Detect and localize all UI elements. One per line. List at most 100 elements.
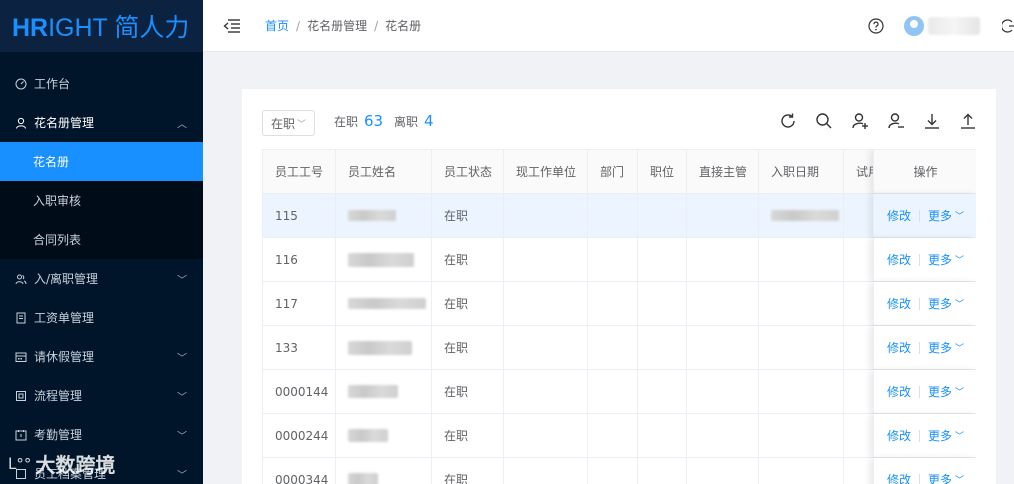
divider xyxy=(918,341,920,354)
avatar[interactable] xyxy=(904,16,924,36)
breadcrumb-roster-management[interactable]: 花名册管理 xyxy=(307,17,367,34)
sidebar-item-roster[interactable]: 花名册 xyxy=(0,142,203,181)
employee-hire-date xyxy=(759,370,844,413)
refresh-icon[interactable] xyxy=(778,111,798,131)
more-dropdown[interactable]: 更多 ﹀ xyxy=(928,207,964,224)
breadcrumb: 首页 / 花名册管理 / 花名册 xyxy=(265,17,421,34)
sidebar-item-onboarding-review[interactable]: 入职审核 xyxy=(0,181,203,220)
sidebar-item-roster-management[interactable]: 花名册管理 ︿ xyxy=(0,103,203,142)
logo-text: HRIGHT 简人力 xyxy=(12,14,190,42)
sidebar-menu: 工作台 花名册管理 ︿ 花名册 入职审核 合同列表 入/离职管理 ﹀ 工资单管理… xyxy=(0,52,203,484)
more-dropdown[interactable]: 更多 ﹀ xyxy=(928,295,964,312)
employee-id: 116 xyxy=(263,238,336,281)
left-count: 离职 4 xyxy=(394,112,434,130)
edit-link[interactable]: 修改 xyxy=(887,427,911,444)
table-row[interactable]: 0000244 在职 修改 更多 ﹀ xyxy=(263,414,976,458)
sidebar: HRIGHT 简人力 工作台 花名册管理 ︿ 花名册 入职审核 合同列表 入/离… xyxy=(0,0,203,484)
help-icon[interactable] xyxy=(868,18,884,34)
divider xyxy=(918,209,920,222)
sidebar-item-workbench[interactable]: 工作台 xyxy=(0,64,203,103)
edit-link[interactable]: 修改 xyxy=(887,339,911,356)
watermark-text: 大数跨境 xyxy=(35,453,116,477)
employee-status: 在职 xyxy=(432,370,504,413)
more-dropdown[interactable]: 更多 ﹀ xyxy=(928,339,964,356)
table-row[interactable]: 0000144 在职 修改 更多 ﹀ xyxy=(263,370,976,414)
more-dropdown[interactable]: 更多 ﹀ xyxy=(928,427,964,444)
table-row[interactable]: 133 在职 修改 更多 ﹀ xyxy=(263,326,976,370)
employee-status: 在职 xyxy=(432,238,504,281)
sidebar-item-contract-list[interactable]: 合同列表 xyxy=(0,220,203,259)
employee-status: 在职 xyxy=(432,326,504,369)
column-header: 职位 xyxy=(638,150,687,193)
employee-position xyxy=(638,458,687,484)
more-label: 更多 xyxy=(927,209,952,223)
row-actions: 修改 更多 ﹀ xyxy=(873,282,976,325)
employee-department xyxy=(588,414,638,457)
more-label: 更多 xyxy=(927,253,952,267)
employee-department xyxy=(588,194,638,237)
breadcrumb-home[interactable]: 首页 xyxy=(265,17,289,34)
employee-id: 0000344 xyxy=(263,458,336,484)
column-header-actions: 操作 xyxy=(873,150,976,193)
edit-link[interactable]: 修改 xyxy=(887,207,911,224)
edit-link[interactable]: 修改 xyxy=(887,295,911,312)
download-icon[interactable] xyxy=(922,111,942,131)
username-blurred[interactable] xyxy=(928,17,980,35)
more-label: 更多 xyxy=(927,473,952,484)
upload-icon[interactable] xyxy=(958,111,978,131)
table-row[interactable]: 0000344 在职 修改 更多 ﹀ xyxy=(263,458,976,484)
table-header-row: 员工工号 员工姓名 员工状态 现工作单位 部门 职位 直接主管 入职日期 试用 … xyxy=(263,150,976,194)
sidebar-item-label: 合同列表 xyxy=(33,233,82,247)
search-icon[interactable] xyxy=(814,111,834,131)
more-label: 更多 xyxy=(927,297,952,311)
more-dropdown[interactable]: 更多 ﹀ xyxy=(928,251,964,268)
divider xyxy=(918,473,920,484)
table-row[interactable]: 117 在职 修改 更多 ﹀ xyxy=(263,282,976,326)
menu-collapse-icon[interactable] xyxy=(223,18,241,33)
employee-company xyxy=(504,326,588,369)
more-dropdown[interactable]: 更多 ﹀ xyxy=(928,471,964,484)
header-right xyxy=(868,0,1014,52)
employee-manager xyxy=(687,238,759,281)
edit-link[interactable]: 修改 xyxy=(887,251,911,268)
add-user-icon[interactable] xyxy=(850,111,870,131)
watermark-logo-icon: ᒪ°° xyxy=(8,454,32,473)
employee-department xyxy=(588,282,638,325)
sidebar-item-label: 入/离职管理 xyxy=(34,272,99,286)
employee-status: 在职 xyxy=(432,458,504,484)
sidebar-item-leave[interactable]: 请休假管理 ﹀ xyxy=(0,337,203,376)
employee-position xyxy=(638,238,687,281)
employee-company xyxy=(504,282,588,325)
sidebar-item-entry-exit[interactable]: 入/离职管理 ﹀ xyxy=(0,259,203,298)
row-actions: 修改 更多 ﹀ xyxy=(873,414,976,457)
edit-link[interactable]: 修改 xyxy=(887,383,911,400)
employee-manager xyxy=(687,370,759,413)
table-row[interactable]: 115 在职 修改 更多 ﹀ xyxy=(263,194,976,238)
employee-department xyxy=(588,458,638,484)
sidebar-item-label: 入职审核 xyxy=(33,194,82,208)
dashboard-icon xyxy=(14,77,28,91)
remove-user-icon[interactable] xyxy=(886,111,906,131)
employee-manager xyxy=(687,282,759,325)
status-select[interactable]: 在职 ﹀ xyxy=(262,110,315,136)
edit-link[interactable]: 修改 xyxy=(887,471,911,484)
employee-company xyxy=(504,458,588,484)
table-row[interactable]: 116 在职 修改 更多 ﹀ xyxy=(263,238,976,282)
more-dropdown[interactable]: 更多 ﹀ xyxy=(928,383,964,400)
sidebar-item-flow[interactable]: 流程管理 ﹀ xyxy=(0,376,203,415)
breadcrumb-roster: 花名册 xyxy=(385,19,422,33)
employee-name-blurred xyxy=(336,414,432,457)
blurred-value xyxy=(348,429,388,442)
employee-company xyxy=(504,370,588,413)
sidebar-item-payroll[interactable]: 工资单管理 xyxy=(0,298,203,337)
toolbar-icons xyxy=(762,111,978,131)
employee-name-blurred xyxy=(336,238,432,281)
logout-icon[interactable] xyxy=(1001,19,1014,33)
column-header: 员工工号 xyxy=(263,150,336,193)
flow-icon xyxy=(14,389,28,403)
blurred-value xyxy=(348,473,378,484)
active-count-value: 63 xyxy=(364,112,384,130)
sidebar-item-label: 请休假管理 xyxy=(34,350,95,364)
chevron-down-icon: ﹀ xyxy=(955,476,965,484)
employee-hire-date xyxy=(759,458,844,484)
